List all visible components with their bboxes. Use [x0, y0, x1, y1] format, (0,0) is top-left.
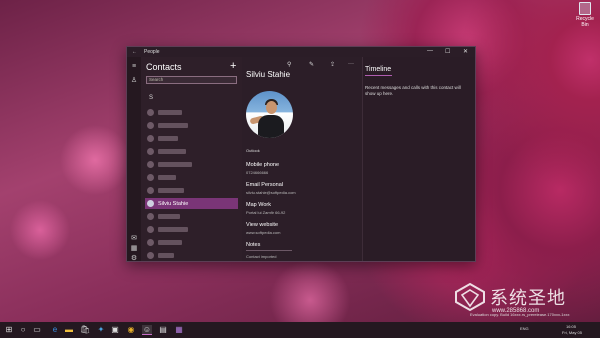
avatar — [147, 252, 154, 259]
back-arrow-icon[interactable]: ← — [132, 49, 137, 55]
language-indicator[interactable]: ENG — [520, 326, 529, 331]
blurred-name — [158, 149, 186, 154]
avatar — [147, 200, 154, 207]
blurred-name — [158, 175, 176, 180]
taskbar: ⊞ ○ ▭ e ▬ 🛍 ✦ ▣ ◉ ☺ ▤ ▦ ENG 16:05 Fri, M… — [0, 322, 600, 338]
avatar — [147, 135, 154, 142]
list-item[interactable] — [145, 250, 238, 261]
left-nav-rail: ≡ ♙ ✉ ▦ ⚙ — [127, 57, 141, 261]
app-icon[interactable]: ▦ — [174, 325, 184, 335]
mail-icon[interactable]: ✉ — [130, 235, 138, 243]
clock-date[interactable]: Fri, May 05 — [562, 330, 582, 335]
notes-divider — [246, 250, 292, 251]
contacts-heading: Contacts — [146, 62, 182, 72]
edge-icon[interactable]: e — [50, 325, 60, 335]
avatar — [147, 148, 154, 155]
hamburger-menu-icon[interactable]: ≡ — [130, 63, 138, 71]
people-app-window: ← People — ☐ ✕ ≡ ♙ ✉ ▦ ⚙ Contacts + Sear… — [126, 46, 476, 262]
app-title: People — [144, 49, 160, 55]
blurred-name — [158, 188, 184, 193]
title-bar: ← People — ☐ ✕ — [127, 47, 475, 57]
email-link[interactable]: silviu.stahie@softpedia.com — [246, 190, 296, 195]
blurred-name — [158, 240, 182, 245]
more-options-icon[interactable]: ··· — [348, 61, 354, 67]
list-item[interactable] — [145, 211, 238, 222]
field-label: Email Personal — [246, 182, 283, 188]
people-taskbar-icon[interactable]: ☺ — [142, 325, 152, 335]
pin-icon[interactable]: ⚲ — [287, 61, 291, 68]
avatar — [147, 122, 154, 129]
avatar — [147, 187, 154, 194]
blurred-name — [158, 214, 180, 219]
minimize-button[interactable]: — — [427, 48, 433, 54]
start-windows-icon[interactable]: ⊞ — [4, 325, 14, 335]
contact-detail-pane: ⚲ ✎ ⇪ ··· Silviu Stahie Outlook Mobile p… — [242, 57, 362, 261]
contact-name: Silviu Stahie — [246, 70, 291, 79]
field-label: Mobile phone — [246, 162, 280, 168]
blurred-name — [158, 110, 182, 115]
avatar — [147, 226, 154, 233]
list-item[interactable] — [145, 120, 238, 131]
timeline-heading: Timeline — [365, 66, 392, 73]
evaluation-notice: Evaluation copy. Build 16xxx.rs_prerelea… — [470, 312, 570, 317]
twitter-icon[interactable]: ✦ — [96, 325, 106, 335]
list-item[interactable] — [145, 133, 238, 144]
recycle-bin-icon — [579, 2, 591, 15]
person-icon[interactable]: ♙ — [130, 77, 138, 85]
contact-photo — [246, 91, 293, 138]
task-view-icon[interactable]: ▭ — [32, 325, 42, 335]
blurred-name — [158, 162, 192, 167]
close-button[interactable]: ✕ — [463, 48, 468, 55]
avatar — [147, 239, 154, 246]
search-input[interactable]: Search — [146, 76, 237, 84]
maximize-button[interactable]: ☐ — [445, 48, 450, 55]
recycle-bin[interactable]: Recycle Bin — [574, 2, 596, 28]
avatar — [147, 161, 154, 168]
add-contact-button[interactable]: + — [230, 60, 236, 72]
app-icon[interactable]: ▤ — [158, 325, 168, 335]
map-link[interactable]: Portal lui Zamfir 66-92 — [246, 210, 285, 215]
avatar — [147, 109, 154, 116]
website-link[interactable]: www.softpedia.com — [246, 230, 280, 235]
app-icon[interactable]: ▣ — [110, 325, 120, 335]
avatar — [147, 174, 154, 181]
settings-gear-icon[interactable]: ⚙ — [130, 255, 138, 261]
list-item-selected[interactable]: Silviu Stahie — [145, 198, 238, 209]
list-item[interactable] — [145, 237, 238, 248]
timeline-pane: Timeline Recent messages and calls with … — [362, 57, 475, 261]
clock-time[interactable]: 16:05 — [566, 324, 576, 329]
account-source: Outlook — [246, 148, 260, 153]
blurred-name — [158, 227, 188, 232]
list-item[interactable] — [145, 185, 238, 196]
list-item[interactable] — [145, 224, 238, 235]
recycle-bin-label: Recycle Bin — [576, 16, 594, 28]
timeline-underline — [365, 75, 392, 76]
blurred-name — [158, 123, 188, 128]
calendar-icon[interactable]: ▦ — [130, 245, 138, 253]
notes-value: Contact imported — [246, 254, 277, 259]
selected-contact-name: Silviu Stahie — [158, 201, 189, 207]
list-item[interactable] — [145, 146, 238, 157]
timeline-message: Recent messages and calls with this cont… — [365, 85, 461, 96]
field-label: Map Work — [246, 202, 271, 208]
watermark-logo-icon — [455, 282, 485, 312]
field-label: Notes — [246, 242, 261, 248]
store-icon[interactable]: 🛍 — [80, 325, 90, 335]
group-letter: S — [149, 95, 154, 101]
contacts-list-pane: Contacts + Search S Silviu Stahie — [141, 57, 242, 261]
file-explorer-icon[interactable]: ▬ — [64, 325, 74, 335]
blurred-name — [158, 136, 178, 141]
field-label: View website — [246, 222, 278, 228]
avatar — [147, 213, 154, 220]
edit-icon[interactable]: ✎ — [309, 61, 314, 68]
chrome-icon[interactable]: ◉ — [126, 325, 136, 335]
mobile-phone-link[interactable]: 0724666666 — [246, 170, 268, 175]
list-item[interactable] — [145, 107, 238, 118]
list-item[interactable] — [145, 172, 238, 183]
blurred-name — [158, 253, 174, 258]
watermark-text: 系统圣地 — [490, 288, 566, 309]
search-icon[interactable]: ○ — [18, 325, 28, 335]
share-icon[interactable]: ⇪ — [330, 61, 335, 68]
list-item[interactable] — [145, 159, 238, 170]
